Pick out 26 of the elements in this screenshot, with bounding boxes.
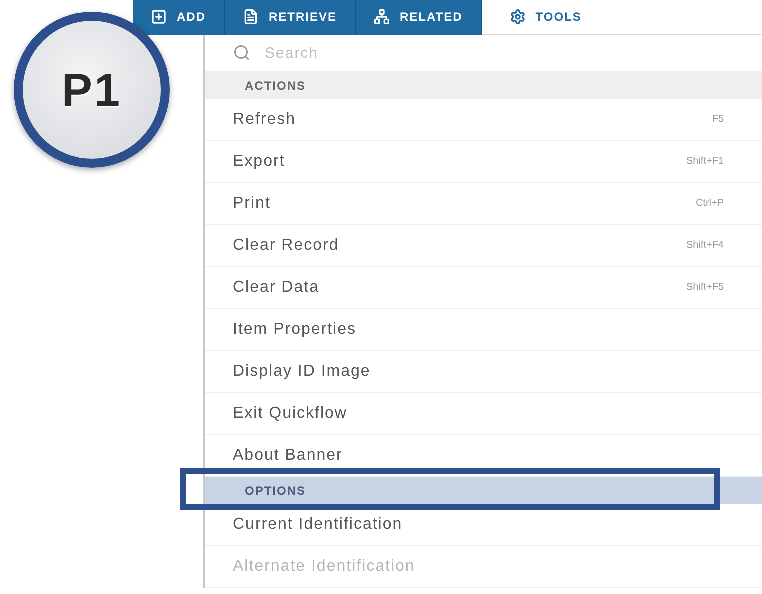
document-icon xyxy=(243,9,259,25)
shortcut-label: F5 xyxy=(712,114,724,125)
shortcut-label: Shift+F4 xyxy=(686,240,724,251)
section-title: OPTIONS xyxy=(245,484,306,498)
menu-item[interactable]: Print Ctrl+P xyxy=(205,183,762,225)
tab[interactable]: RETRIEVE xyxy=(225,0,356,35)
search-field[interactable]: Search xyxy=(263,44,567,62)
menu-item[interactable]: Refresh F5 xyxy=(205,99,762,141)
hierarchy-icon xyxy=(374,9,390,25)
menu-item[interactable]: Item Properties xyxy=(205,309,762,351)
shortcut-label: Shift+F1 xyxy=(686,156,724,167)
menu-item[interactable]: Clear Data Shift+F5 xyxy=(205,267,762,309)
search-icon xyxy=(233,44,251,62)
callout-badge: P1 xyxy=(14,12,170,168)
shortcut-label: Ctrl+P xyxy=(696,198,724,209)
menu-item[interactable]: Exit Quickflow xyxy=(205,393,762,435)
menu-item[interactable]: Export Shift+F1 xyxy=(205,141,762,183)
shortcut-label: Shift+F5 xyxy=(686,282,724,293)
plus-square-icon xyxy=(151,9,167,25)
section-title: ACTIONS xyxy=(245,78,306,92)
menu-item[interactable]: Clear Record Shift+F4 xyxy=(205,225,762,267)
menu-item[interactable]: Current Identification xyxy=(205,504,762,546)
tab[interactable]: RELATED xyxy=(356,0,482,35)
menu-item[interactable]: Display ID Image xyxy=(205,351,762,393)
gear-icon xyxy=(510,9,526,25)
tab[interactable]: ADD xyxy=(133,0,225,35)
